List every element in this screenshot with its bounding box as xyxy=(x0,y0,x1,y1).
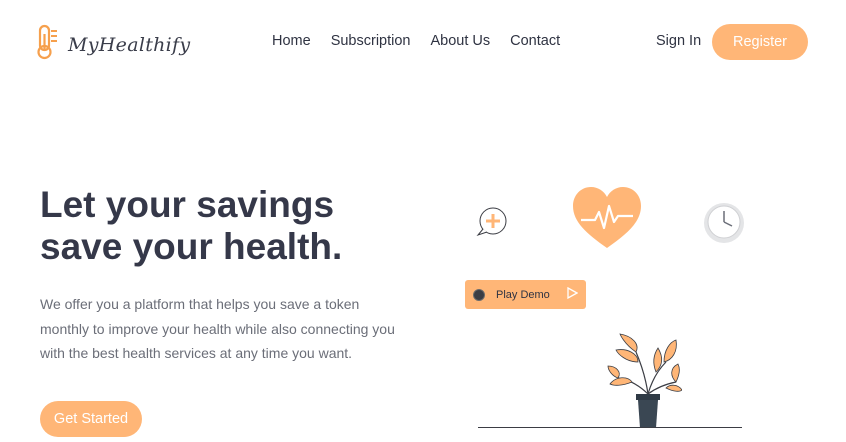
hero-subtext: We offer you a platform that helps you s… xyxy=(40,296,395,361)
get-started-button[interactable]: Get Started xyxy=(40,401,142,437)
main-nav: Home Subscription About Us Contact xyxy=(272,33,560,49)
clock-icon xyxy=(702,201,746,250)
register-button[interactable]: Register xyxy=(712,24,808,60)
brand-logo[interactable]: MyHealthify xyxy=(36,24,190,65)
heart-pulse-icon xyxy=(571,186,643,255)
hero-headline: Let your savings save your health. xyxy=(40,184,343,267)
nav-item-contact[interactable]: Contact xyxy=(510,33,560,49)
nav-item-home[interactable]: Home xyxy=(272,33,311,49)
play-icon xyxy=(566,286,579,304)
ground-line xyxy=(478,427,742,428)
play-demo-label: Play Demo xyxy=(496,288,550,301)
nav-item-about-us[interactable]: About Us xyxy=(430,33,490,49)
sign-in-link[interactable]: Sign In xyxy=(656,33,701,49)
thermometer-icon xyxy=(36,24,62,65)
chat-plus-icon xyxy=(474,204,510,243)
potted-plant xyxy=(606,332,683,433)
record-dot-icon xyxy=(473,288,485,301)
play-demo-button[interactable]: Play Demo xyxy=(465,280,586,309)
brand-name: MyHealthify xyxy=(68,33,191,56)
nav-item-subscription[interactable]: Subscription xyxy=(331,33,411,49)
